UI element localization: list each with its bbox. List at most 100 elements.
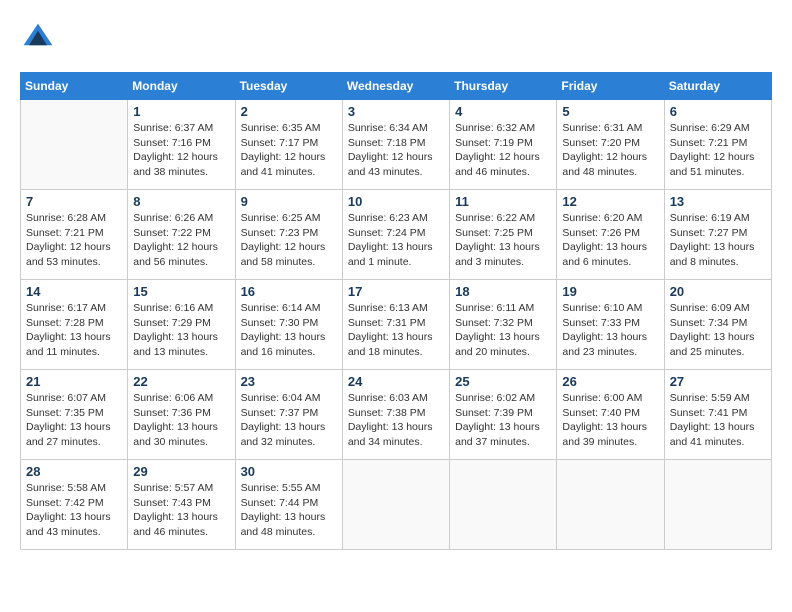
calendar-cell: 26 Sunrise: 6:00 AMSunset: 7:40 PMDayligh…: [557, 370, 664, 460]
day-info: Sunrise: 6:03 AMSunset: 7:38 PMDaylight:…: [348, 391, 444, 450]
calendar-cell: 1Sunrise: 6:37 AMSunset: 7:16 PMDaylight…: [128, 100, 235, 190]
week-row-3: 14Sunrise: 6:17 AMSunset: 7:28 PMDayligh…: [21, 280, 772, 370]
day-number: 16: [241, 284, 337, 299]
calendar-cell: 14Sunrise: 6:17 AMSunset: 7:28 PMDayligh…: [21, 280, 128, 370]
calendar-cell: 12 Sunrise: 6:20 AMSunset: 7:26 PMDayligh…: [557, 190, 664, 280]
day-info: Sunrise: 6:10 AMSunset: 7:33 PMDaylight:…: [562, 301, 658, 360]
day-info: Sunrise: 6:32 AMSunset: 7:19 PMDaylight:…: [455, 121, 551, 180]
calendar: SundayMondayTuesdayWednesdayThursdayFrid…: [20, 72, 772, 550]
day-info: Sunrise: 6:25 AMSunset: 7:23 PMDaylight:…: [241, 211, 337, 270]
day-number: 3: [348, 104, 444, 119]
calendar-cell: 6 Sunrise: 6:29 AMSunset: 7:21 PMDaylight…: [664, 100, 771, 190]
calendar-cell: 9 Sunrise: 6:25 AMSunset: 7:23 PMDaylight…: [235, 190, 342, 280]
calendar-cell: 2Sunrise: 6:35 AMSunset: 7:17 PMDaylight…: [235, 100, 342, 190]
calendar-cell: [557, 460, 664, 550]
calendar-cell: 25 Sunrise: 6:02 AMSunset: 7:39 PMDayligh…: [450, 370, 557, 460]
day-info: Sunrise: 6:20 AMSunset: 7:26 PMDaylight:…: [562, 211, 658, 270]
day-info: Sunrise: 6:02 AMSunset: 7:39 PMDaylight:…: [455, 391, 551, 450]
calendar-cell: 23 Sunrise: 6:04 AMSunset: 7:37 PMDayligh…: [235, 370, 342, 460]
day-info: Sunrise: 6:07 AMSunset: 7:35 PMDaylight:…: [26, 391, 122, 450]
logo: [20, 20, 62, 56]
day-info: Sunrise: 6:31 AMSunset: 7:20 PMDaylight:…: [562, 121, 658, 180]
calendar-cell: [664, 460, 771, 550]
calendar-cell: 20 Sunrise: 6:09 AMSunset: 7:34 PMDayligh…: [664, 280, 771, 370]
calendar-cell: 5 Sunrise: 6:31 AMSunset: 7:20 PMDaylight…: [557, 100, 664, 190]
day-number: 29: [133, 464, 229, 479]
day-number: 27: [670, 374, 766, 389]
day-number: 21: [26, 374, 122, 389]
header: [20, 20, 772, 56]
calendar-cell: [450, 460, 557, 550]
day-info: Sunrise: 6:06 AMSunset: 7:36 PMDaylight:…: [133, 391, 229, 450]
calendar-cell: 4 Sunrise: 6:32 AMSunset: 7:19 PMDaylight…: [450, 100, 557, 190]
day-number: 9: [241, 194, 337, 209]
calendar-cell: 18Sunrise: 6:11 AMSunset: 7:32 PMDayligh…: [450, 280, 557, 370]
day-info: Sunrise: 6:26 AMSunset: 7:22 PMDaylight:…: [133, 211, 229, 270]
calendar-cell: 10 Sunrise: 6:23 AMSunset: 7:24 PMDayligh…: [342, 190, 449, 280]
day-number: 8: [133, 194, 229, 209]
day-info: Sunrise: 6:28 AMSunset: 7:21 PMDaylight:…: [26, 211, 122, 270]
calendar-cell: 8 Sunrise: 6:26 AMSunset: 7:22 PMDaylight…: [128, 190, 235, 280]
logo-icon: [20, 20, 56, 56]
header-sunday: Sunday: [21, 73, 128, 100]
header-friday: Friday: [557, 73, 664, 100]
day-number: 5: [562, 104, 658, 119]
day-number: 23: [241, 374, 337, 389]
calendar-cell: 13Sunrise: 6:19 AMSunset: 7:27 PMDayligh…: [664, 190, 771, 280]
header-monday: Monday: [128, 73, 235, 100]
day-info: Sunrise: 5:55 AMSunset: 7:44 PMDaylight:…: [241, 481, 337, 540]
day-number: 6: [670, 104, 766, 119]
day-info: Sunrise: 6:23 AMSunset: 7:24 PMDaylight:…: [348, 211, 444, 270]
header-tuesday: Tuesday: [235, 73, 342, 100]
calendar-cell: 19Sunrise: 6:10 AMSunset: 7:33 PMDayligh…: [557, 280, 664, 370]
calendar-cell: [342, 460, 449, 550]
week-row-2: 7 Sunrise: 6:28 AMSunset: 7:21 PMDaylight…: [21, 190, 772, 280]
day-number: 7: [26, 194, 122, 209]
day-info: Sunrise: 6:09 AMSunset: 7:34 PMDaylight:…: [670, 301, 766, 360]
calendar-cell: 16 Sunrise: 6:14 AMSunset: 7:30 PMDayligh…: [235, 280, 342, 370]
calendar-cell: 11 Sunrise: 6:22 AMSunset: 7:25 PMDayligh…: [450, 190, 557, 280]
header-saturday: Saturday: [664, 73, 771, 100]
calendar-cell: 3 Sunrise: 6:34 AMSunset: 7:18 PMDaylight…: [342, 100, 449, 190]
day-number: 17: [348, 284, 444, 299]
day-info: Sunrise: 6:00 AMSunset: 7:40 PMDaylight:…: [562, 391, 658, 450]
day-number: 25: [455, 374, 551, 389]
day-number: 2: [241, 104, 337, 119]
calendar-cell: 21 Sunrise: 6:07 AMSunset: 7:35 PMDayligh…: [21, 370, 128, 460]
day-info: Sunrise: 6:37 AMSunset: 7:16 PMDaylight:…: [133, 121, 229, 180]
day-number: 20: [670, 284, 766, 299]
day-number: 24: [348, 374, 444, 389]
day-info: Sunrise: 6:19 AMSunset: 7:27 PMDaylight:…: [670, 211, 766, 270]
day-number: 12: [562, 194, 658, 209]
day-info: Sunrise: 6:22 AMSunset: 7:25 PMDaylight:…: [455, 211, 551, 270]
week-row-5: 28Sunrise: 5:58 AMSunset: 7:42 PMDayligh…: [21, 460, 772, 550]
day-number: 18: [455, 284, 551, 299]
day-number: 22: [133, 374, 229, 389]
calendar-header-row: SundayMondayTuesdayWednesdayThursdayFrid…: [21, 73, 772, 100]
day-info: Sunrise: 5:59 AMSunset: 7:41 PMDaylight:…: [670, 391, 766, 450]
day-number: 26: [562, 374, 658, 389]
header-wednesday: Wednesday: [342, 73, 449, 100]
day-info: Sunrise: 5:57 AMSunset: 7:43 PMDaylight:…: [133, 481, 229, 540]
day-info: Sunrise: 6:17 AMSunset: 7:28 PMDaylight:…: [26, 301, 122, 360]
day-number: 30: [241, 464, 337, 479]
day-info: Sunrise: 6:14 AMSunset: 7:30 PMDaylight:…: [241, 301, 337, 360]
calendar-cell: [21, 100, 128, 190]
day-number: 28: [26, 464, 122, 479]
calendar-cell: 22 Sunrise: 6:06 AMSunset: 7:36 PMDayligh…: [128, 370, 235, 460]
day-info: Sunrise: 6:34 AMSunset: 7:18 PMDaylight:…: [348, 121, 444, 180]
calendar-cell: 28Sunrise: 5:58 AMSunset: 7:42 PMDayligh…: [21, 460, 128, 550]
day-number: 10: [348, 194, 444, 209]
calendar-cell: 29 Sunrise: 5:57 AMSunset: 7:43 PMDayligh…: [128, 460, 235, 550]
week-row-4: 21 Sunrise: 6:07 AMSunset: 7:35 PMDayligh…: [21, 370, 772, 460]
day-info: Sunrise: 6:29 AMSunset: 7:21 PMDaylight:…: [670, 121, 766, 180]
week-row-1: 1Sunrise: 6:37 AMSunset: 7:16 PMDaylight…: [21, 100, 772, 190]
day-info: Sunrise: 6:16 AMSunset: 7:29 PMDaylight:…: [133, 301, 229, 360]
day-number: 4: [455, 104, 551, 119]
day-number: 11: [455, 194, 551, 209]
day-info: Sunrise: 6:13 AMSunset: 7:31 PMDaylight:…: [348, 301, 444, 360]
calendar-cell: 30 Sunrise: 5:55 AMSunset: 7:44 PMDayligh…: [235, 460, 342, 550]
day-number: 15: [133, 284, 229, 299]
calendar-cell: 7 Sunrise: 6:28 AMSunset: 7:21 PMDaylight…: [21, 190, 128, 280]
day-info: Sunrise: 6:04 AMSunset: 7:37 PMDaylight:…: [241, 391, 337, 450]
